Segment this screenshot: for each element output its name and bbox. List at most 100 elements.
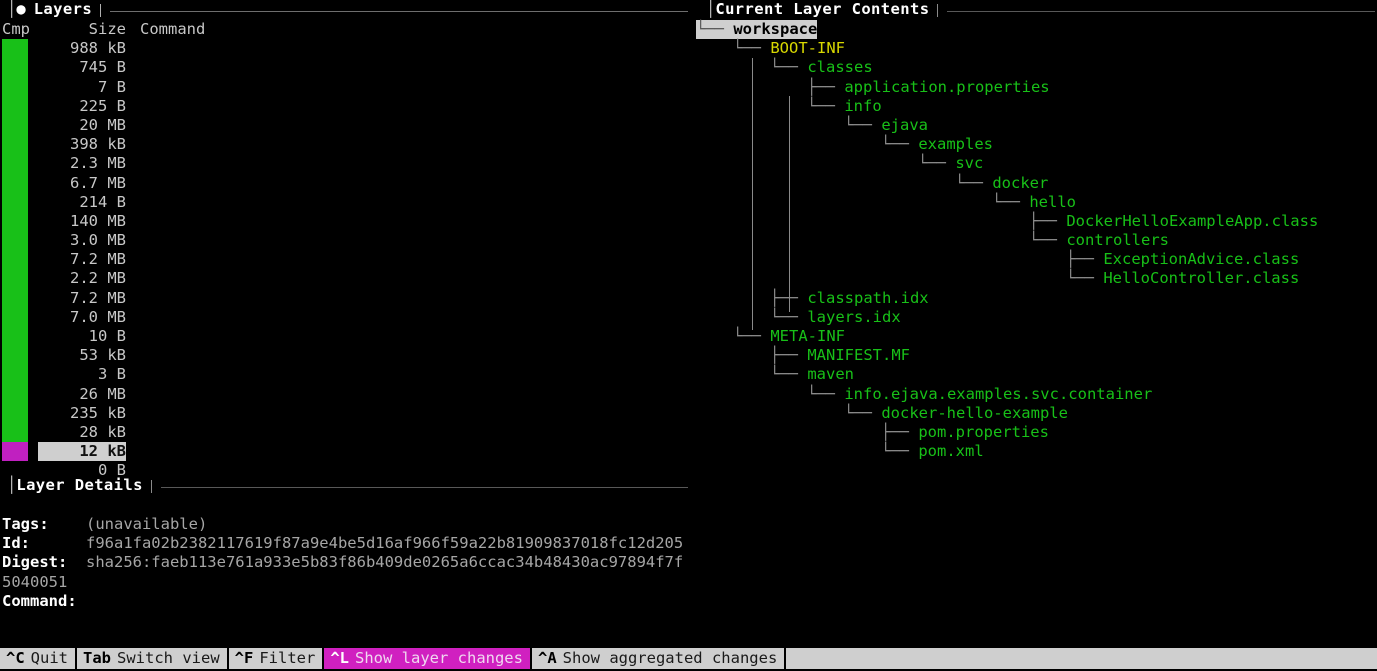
file-tree-row[interactable]: └── docker-hello-example xyxy=(696,404,1377,423)
tree-branch-last-icon: └── xyxy=(807,384,845,403)
layer-row[interactable]: 3.0 MB xyxy=(0,231,690,251)
layer-row[interactable]: 7.2 MB xyxy=(0,288,690,308)
layer-row[interactable]: 6.7 MB xyxy=(0,173,690,193)
status-bar-item-show-aggregated-changes[interactable]: ^A Show aggregated changes xyxy=(531,648,785,669)
layer-row[interactable]: 398 kB xyxy=(0,135,690,155)
current-layer-contents-pane[interactable]: │ Current Layer Contents └── workspace └─… xyxy=(696,0,1377,470)
layer-compare-indicator xyxy=(2,39,38,59)
file-tree-entry-name: classpath.idx xyxy=(807,288,929,307)
layer-row[interactable]: 7 B xyxy=(0,77,690,97)
layer-row[interactable]: 20 MB xyxy=(0,115,690,136)
layers-column-headers: Cmp Size Command xyxy=(0,20,690,39)
file-tree-row[interactable]: └── svc xyxy=(696,154,1377,173)
compare-swatch-icon xyxy=(2,135,28,155)
file-tree-row[interactable]: └── hello xyxy=(696,193,1377,212)
file-tree-row[interactable]: └── docker xyxy=(696,174,1377,193)
file-tree-row[interactable]: ├── MANIFEST.MF xyxy=(696,346,1377,365)
layer-row[interactable]: 28 kB xyxy=(0,422,690,443)
tree-branch-last-icon: └── xyxy=(770,365,808,384)
layer-compare-indicator xyxy=(2,346,38,366)
file-tree-row[interactable]: └── layers.idx xyxy=(696,308,1377,327)
layer-compare-indicator xyxy=(2,192,38,212)
compare-swatch-icon xyxy=(2,403,28,423)
file-tree[interactable]: └── workspace └── BOOT-INF └── classes ├── … xyxy=(696,20,1377,461)
layer-detail-label: Command: xyxy=(2,591,77,610)
file-tree-row[interactable]: └── HelloController.class xyxy=(696,269,1377,288)
column-header-cmp: Cmp xyxy=(2,20,30,38)
layer-row[interactable]: 53 kB xyxy=(0,346,690,366)
layer-row[interactable]: 214 B xyxy=(0,192,690,212)
file-tree-row[interactable]: └── maven xyxy=(696,365,1377,384)
layer-size: 6.7 MB xyxy=(70,173,126,192)
layer-size: 225 B xyxy=(79,96,126,115)
layer-row[interactable]: 235 kB xyxy=(0,403,690,423)
file-tree-row[interactable]: └── pom.xml xyxy=(696,442,1377,461)
status-bar-label: Switch view xyxy=(117,648,220,667)
file-tree-row[interactable]: └── info.ejava.examples.svc.container xyxy=(696,385,1377,404)
status-bar-item-switch-view[interactable]: Tab Switch view xyxy=(77,648,227,669)
file-tree-entry-name: application.properties xyxy=(844,77,1050,96)
tree-branch-last-icon: └── xyxy=(807,96,845,115)
layer-row[interactable]: 2.2 MB xyxy=(0,269,690,289)
file-tree-entry-name: hello xyxy=(1029,192,1076,211)
compare-swatch-icon xyxy=(2,96,28,116)
layer-size: 20 MB xyxy=(79,115,126,134)
file-tree-row[interactable]: └── controllers xyxy=(696,231,1377,250)
status-bar-item-filter[interactable]: ^F Filter xyxy=(228,648,323,669)
layer-row[interactable]: 745 B xyxy=(0,58,690,78)
file-tree-row[interactable]: └── BOOT-INF xyxy=(696,39,1377,58)
file-tree-row[interactable]: ├── DockerHelloExampleApp.class xyxy=(696,212,1377,231)
tree-branch-last-icon: └── xyxy=(696,20,734,40)
status-bar-item-show-layer-changes[interactable]: ^L Show layer changes xyxy=(324,648,530,669)
layer-row[interactable]: 7.0 MB xyxy=(0,307,690,327)
file-tree-row[interactable]: └── ejava xyxy=(696,116,1377,135)
header-tick-divider xyxy=(937,3,939,17)
layer-detail-label: Digest: xyxy=(2,553,77,572)
file-tree-row[interactable]: └── info xyxy=(696,97,1377,116)
compare-swatch-icon xyxy=(2,269,28,289)
layer-row[interactable]: 2.3 MB xyxy=(0,154,690,174)
status-bar-key: Tab xyxy=(83,648,111,667)
layer-size: 12 kB xyxy=(38,442,126,462)
layer-details-pane[interactable]: │ Layer Details Tags: (unavailable) Id: f… xyxy=(0,476,690,646)
layer-compare-indicator xyxy=(2,154,38,174)
status-bar[interactable]: ^C Quit Tab Switch view ^F Filter ^L Show layer… xyxy=(0,648,1377,669)
layer-size: 26 MB xyxy=(79,384,126,403)
file-tree-entry-name: MANIFEST.MF xyxy=(807,346,910,365)
layer-row[interactable]: 12 kB xyxy=(0,442,690,462)
layer-size: 2.2 MB xyxy=(70,269,126,288)
pane-bar-glyph: │ xyxy=(706,0,716,19)
file-tree-row[interactable]: ├── application.properties xyxy=(696,78,1377,97)
file-tree-row[interactable]: └── classes xyxy=(696,58,1377,77)
layer-detail-label: Id: xyxy=(2,534,77,553)
layer-row[interactable]: 3 B xyxy=(0,365,690,385)
current-layer-contents-title: Current Layer Contents xyxy=(715,0,930,19)
file-tree-row[interactable]: ├── classpath.idx xyxy=(696,289,1377,308)
status-bar-item-quit[interactable]: ^C Quit xyxy=(0,648,75,669)
tree-branch-last-icon: └── xyxy=(955,173,993,192)
layer-row[interactable]: 10 B xyxy=(0,327,690,347)
file-tree-row[interactable]: └── examples xyxy=(696,135,1377,154)
layer-row[interactable]: 988 kB xyxy=(0,39,690,59)
header-rule xyxy=(160,486,688,488)
layer-row[interactable]: 140 MB xyxy=(0,211,690,232)
layer-compare-indicator xyxy=(2,77,38,97)
file-tree-row[interactable]: ├── ExceptionAdvice.class xyxy=(696,250,1377,269)
layer-detail-field: Id: f96a1fa02b2382117619f87a9e4be5d16af9… xyxy=(2,534,690,553)
layer-details-title: Layer Details xyxy=(16,476,143,495)
layer-size: 140 MB xyxy=(70,211,126,230)
layer-list[interactable]: 988 kB 745 B7 B 225 B 20 MB 398 kB 2.3 MB 6.7 … xyxy=(0,39,690,480)
layer-compare-indicator xyxy=(2,96,38,116)
status-bar-key: ^C xyxy=(6,648,25,667)
file-tree-entry-name: classes xyxy=(807,58,873,77)
layers-pane[interactable]: │ ● Layers Cmp Size Command 988 kB 745 B7… xyxy=(0,0,690,479)
pane-bar-glyph: │ xyxy=(7,476,17,495)
layer-row[interactable]: 225 B xyxy=(0,96,690,116)
file-tree-row[interactable]: └── workspace xyxy=(696,20,1377,40)
file-tree-row[interactable]: └── META-INF xyxy=(696,327,1377,346)
layer-row[interactable]: 26 MB xyxy=(0,384,690,404)
file-tree-entry-name: controllers xyxy=(1066,231,1169,250)
compare-swatch-icon xyxy=(2,346,28,366)
layer-row[interactable]: 7.2 MB xyxy=(0,250,690,270)
file-tree-row[interactable]: ├── pom.properties xyxy=(696,423,1377,442)
